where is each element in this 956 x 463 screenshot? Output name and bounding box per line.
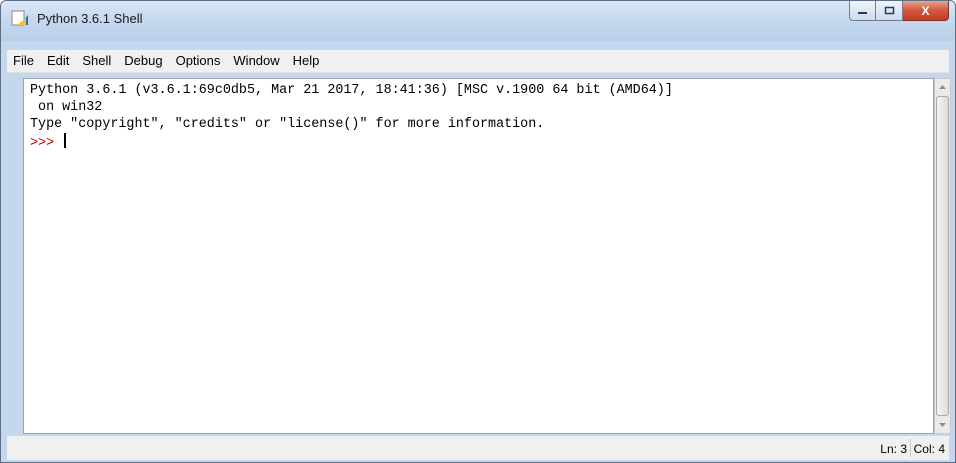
menu-bar: File Edit Shell Debug Options Window Hel…	[7, 50, 949, 73]
status-separator	[910, 439, 911, 457]
menu-options-label: Options	[175, 53, 221, 68]
caption-buttons: X	[849, 1, 949, 23]
menu-debug[interactable]: Debug	[118, 50, 169, 72]
python-idle-icon	[11, 10, 28, 26]
status-bar: Ln: 3 Col: 4	[7, 435, 949, 460]
vertical-scrollbar[interactable]	[934, 78, 951, 434]
idle-shell-window: Python 3.6.1 Shell X File Edit Shell Deb…	[0, 0, 956, 463]
maximize-icon	[884, 6, 894, 15]
title-bar[interactable]: Python 3.6.1 Shell X	[1, 1, 955, 41]
status-column-number: Col: 4	[913, 442, 945, 456]
chevron-up-icon	[939, 85, 946, 89]
menu-help-label: Help	[292, 53, 320, 68]
menu-window[interactable]: Window	[227, 50, 286, 72]
window-title: Python 3.6.1 Shell	[37, 11, 143, 26]
menu-file-label: File	[13, 53, 34, 68]
status-line-number: Ln: 3	[880, 442, 907, 456]
chevron-down-icon	[939, 423, 946, 427]
menu-shell[interactable]: Shell	[76, 50, 118, 72]
menu-debug-label: Debug	[124, 53, 163, 68]
scroll-up-button[interactable]	[935, 79, 950, 95]
minimize-button[interactable]	[849, 1, 876, 21]
menu-window-label: Window	[233, 53, 280, 68]
close-icon: X	[921, 3, 930, 18]
shell-line-3: Type "copyright", "credits" or "license(…	[30, 117, 545, 132]
text-cursor	[64, 133, 67, 148]
menu-help[interactable]: Help	[287, 50, 327, 72]
shell-line-2: on win32	[30, 100, 103, 115]
menu-shell-label: Shell	[82, 53, 112, 68]
scroll-down-button[interactable]	[935, 417, 950, 433]
menu-edit-label: Edit	[46, 53, 70, 68]
shell-line-1: Python 3.6.1 (v3.6.1:69c0db5, Mar 21 201…	[30, 83, 673, 98]
scrollbar-thumb[interactable]	[936, 96, 949, 416]
maximize-button[interactable]	[876, 1, 903, 21]
menu-file[interactable]: File	[7, 50, 41, 72]
shell-text-area[interactable]: Python 3.6.1 (v3.6.1:69c0db5, Mar 21 201…	[23, 78, 934, 434]
menu-options[interactable]: Options	[170, 50, 228, 72]
minimize-icon	[858, 11, 867, 14]
close-button[interactable]: X	[903, 1, 949, 21]
shell-output: Python 3.6.1 (v3.6.1:69c0db5, Mar 21 201…	[30, 82, 673, 152]
shell-prompt: >>>	[30, 136, 63, 151]
menu-edit[interactable]: Edit	[41, 50, 76, 72]
